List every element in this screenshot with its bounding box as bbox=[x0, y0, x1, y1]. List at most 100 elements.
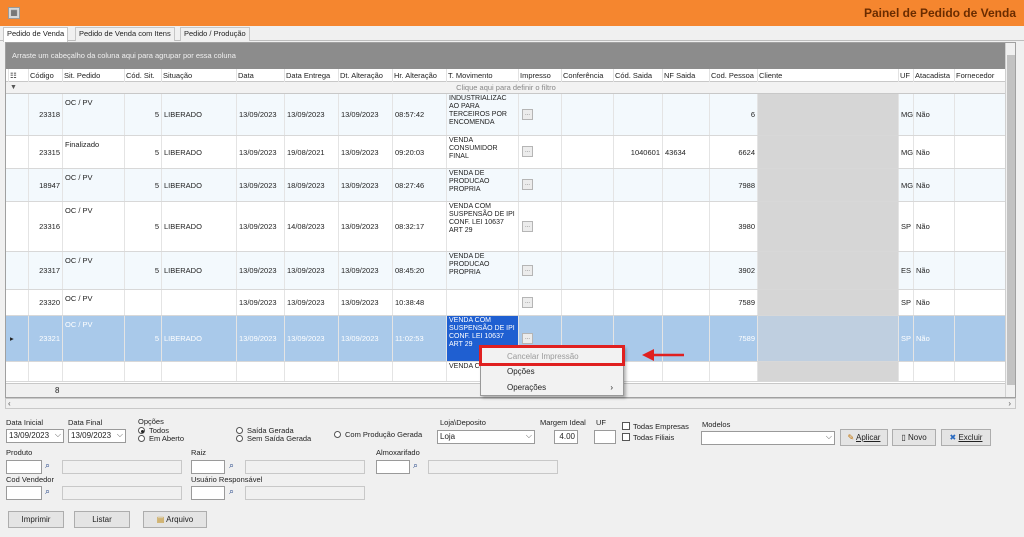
filter-row[interactable]: ▼ Clique aqui para definir o filtro bbox=[6, 82, 1006, 94]
impresso-ellipsis-button[interactable]: ... bbox=[522, 265, 533, 276]
raiz-search-icon[interactable]: ⌕ bbox=[229, 460, 234, 471]
tab-pedido-de-venda[interactable]: Pedido de Venda bbox=[3, 27, 69, 42]
cell-fornecedor bbox=[954, 252, 1006, 289]
novo-button[interactable]: ▯ Novo bbox=[892, 429, 936, 446]
almoxarifado-label: Almoxarifado bbox=[376, 448, 420, 457]
column-header[interactable]: Código bbox=[28, 69, 62, 82]
impresso-ellipsis-button[interactable]: ... bbox=[522, 109, 533, 120]
excluir-label: Excluir bbox=[958, 433, 983, 442]
cell-cliente bbox=[757, 94, 898, 135]
table-row[interactable]: 23320 OC / PV 13/09/2023 13/09/2023 13/09/20… bbox=[6, 290, 1006, 316]
scroll-left-icon[interactable]: ‹ bbox=[8, 399, 11, 408]
group-by-panel[interactable]: Arraste um cabeçalho da coluna aqui para… bbox=[6, 43, 1006, 69]
impresso-ellipsis-button[interactable]: ... bbox=[522, 221, 533, 232]
cell-data-entrega bbox=[284, 362, 338, 381]
cell-atacadista: Não bbox=[913, 136, 954, 168]
cod-vendedor-label: Cod Vendedor bbox=[6, 475, 54, 484]
tab-pedido-venda-itens[interactable]: Pedido de Venda com Itens bbox=[75, 27, 175, 41]
column-header[interactable]: Cliente bbox=[757, 69, 898, 82]
table-row[interactable]: 23317 OC / PV 5 LIBERADO 13/09/2023 13/09/202… bbox=[6, 252, 1006, 290]
column-header[interactable]: UF bbox=[898, 69, 913, 82]
column-header[interactable]: Hr. Alteração bbox=[392, 69, 446, 82]
cell-sit-pedido: OC / PV bbox=[62, 290, 124, 315]
column-header[interactable]: Impresso bbox=[518, 69, 561, 82]
scroll-right-icon[interactable]: › bbox=[1008, 399, 1011, 408]
data-inicial-field[interactable]: 13/09/2023 bbox=[6, 429, 64, 443]
cell-nf-saida bbox=[662, 94, 709, 135]
cell-data: 13/09/2023 bbox=[236, 290, 284, 315]
column-header[interactable]: Cód. Sit. bbox=[124, 69, 161, 82]
impresso-ellipsis-button[interactable]: ... bbox=[522, 179, 533, 190]
radio-todos[interactable] bbox=[138, 427, 145, 434]
vertical-scrollbar[interactable] bbox=[1005, 43, 1015, 397]
cell-conferencia bbox=[561, 94, 613, 135]
cell-data-entrega: 14/08/2023 bbox=[284, 202, 338, 251]
table-row[interactable]: 23318 OC / PV 5 LIBERADO 13/09/2023 13/09/202… bbox=[6, 94, 1006, 136]
aplicar-button[interactable]: ✎ Aplicar bbox=[840, 429, 888, 446]
column-header[interactable]: Data Entrega bbox=[284, 69, 338, 82]
table-row[interactable]: 23315 Finalizado 5 LIBERADO 13/09/2023 19/08/… bbox=[6, 136, 1006, 169]
column-header[interactable]: Fornecedor bbox=[954, 69, 1006, 82]
cell-cliente bbox=[757, 290, 898, 315]
todas-filiais-checkbox[interactable] bbox=[622, 433, 630, 441]
usuario-code-field[interactable] bbox=[191, 486, 225, 500]
radio-em-aberto[interactable] bbox=[138, 435, 145, 442]
cell-uf: MG bbox=[898, 94, 913, 135]
raiz-code-field[interactable] bbox=[191, 460, 225, 474]
column-header[interactable]: Cód. Saida bbox=[613, 69, 662, 82]
loja-select[interactable]: Loja bbox=[437, 430, 535, 444]
tab-bar: Pedido de Venda Pedido de Venda com Iten… bbox=[0, 26, 1024, 42]
impresso-ellipsis-button[interactable]: ... bbox=[522, 297, 533, 308]
column-header[interactable]: NF Saida bbox=[662, 69, 709, 82]
scroll-thumb[interactable] bbox=[1007, 55, 1015, 385]
produto-search-icon[interactable]: ⌕ bbox=[45, 460, 50, 471]
vendedor-code-field[interactable] bbox=[6, 486, 42, 500]
cell-situacao bbox=[161, 290, 236, 315]
usuario-search-icon[interactable]: ⌕ bbox=[229, 486, 234, 497]
arquivo-button[interactable]: ▤ Arquivo bbox=[143, 511, 207, 528]
radio-com-producao[interactable] bbox=[334, 431, 341, 438]
table-row[interactable]: 18947 OC / PV 5 LIBERADO 13/09/2023 18/09/202… bbox=[6, 169, 1006, 202]
almoxarifado-search-icon[interactable]: ⌕ bbox=[413, 460, 418, 471]
data-final-label: Data Final bbox=[68, 418, 103, 427]
todas-filiais-label: Todas Filiais bbox=[633, 433, 675, 442]
imprimir-button[interactable]: Imprimir bbox=[8, 511, 64, 528]
cell-dt-alteracao: 13/09/2023 bbox=[338, 290, 392, 315]
radio-saida-gerada[interactable] bbox=[236, 427, 243, 434]
menu-item-operacoes[interactable]: Operações › bbox=[481, 380, 623, 396]
cell-cod-sit: 5 bbox=[124, 316, 161, 361]
column-header[interactable]: Conferência bbox=[561, 69, 613, 82]
modelos-select[interactable] bbox=[701, 431, 835, 445]
data-final-field[interactable]: 13/09/2023 bbox=[68, 429, 126, 443]
menu-item-opcoes[interactable]: Opções bbox=[481, 364, 623, 380]
produto-label: Produto bbox=[6, 448, 33, 457]
tab-pedido-producao[interactable]: Pedido / Produção bbox=[180, 27, 250, 41]
excluir-button[interactable]: ✖ Excluir bbox=[941, 429, 991, 446]
filter-hint: Clique aqui para definir o filtro bbox=[456, 83, 556, 92]
column-header[interactable]: Dt. Alteração bbox=[338, 69, 392, 82]
column-header[interactable]: Sit. Pedido bbox=[62, 69, 124, 82]
radio-sem-saida[interactable] bbox=[236, 435, 243, 442]
horizontal-scrollbar[interactable]: ‹ › bbox=[5, 398, 1016, 409]
column-header[interactable]: Cod. Pessoa bbox=[709, 69, 757, 82]
cell-cod-saida bbox=[613, 94, 662, 135]
listar-button[interactable]: Listar bbox=[74, 511, 130, 528]
column-header[interactable]: T. Movimento bbox=[446, 69, 518, 82]
cell-data bbox=[236, 362, 284, 381]
impresso-ellipsis-button[interactable]: ... bbox=[522, 333, 533, 344]
column-chooser-icon[interactable]: ☷ bbox=[8, 69, 28, 82]
almoxarifado-code-field[interactable] bbox=[376, 460, 410, 474]
uf-field[interactable] bbox=[594, 430, 616, 444]
column-header[interactable]: Situação bbox=[161, 69, 236, 82]
margem-field[interactable]: 4.00 bbox=[554, 430, 578, 444]
todas-empresas-checkbox[interactable] bbox=[622, 422, 630, 430]
column-header[interactable]: Data bbox=[236, 69, 284, 82]
impresso-ellipsis-button[interactable]: ... bbox=[522, 146, 533, 157]
cell-nf-saida bbox=[662, 169, 709, 201]
column-header[interactable]: Atacadista bbox=[913, 69, 954, 82]
vendedor-search-icon[interactable]: ⌕ bbox=[45, 486, 50, 497]
novo-label: Novo bbox=[907, 433, 927, 442]
cell-data-entrega: 19/08/2021 bbox=[284, 136, 338, 168]
produto-code-field[interactable] bbox=[6, 460, 42, 474]
table-row[interactable]: 23316 OC / PV 5 LIBERADO 13/09/2023 14/08/202… bbox=[6, 202, 1006, 252]
